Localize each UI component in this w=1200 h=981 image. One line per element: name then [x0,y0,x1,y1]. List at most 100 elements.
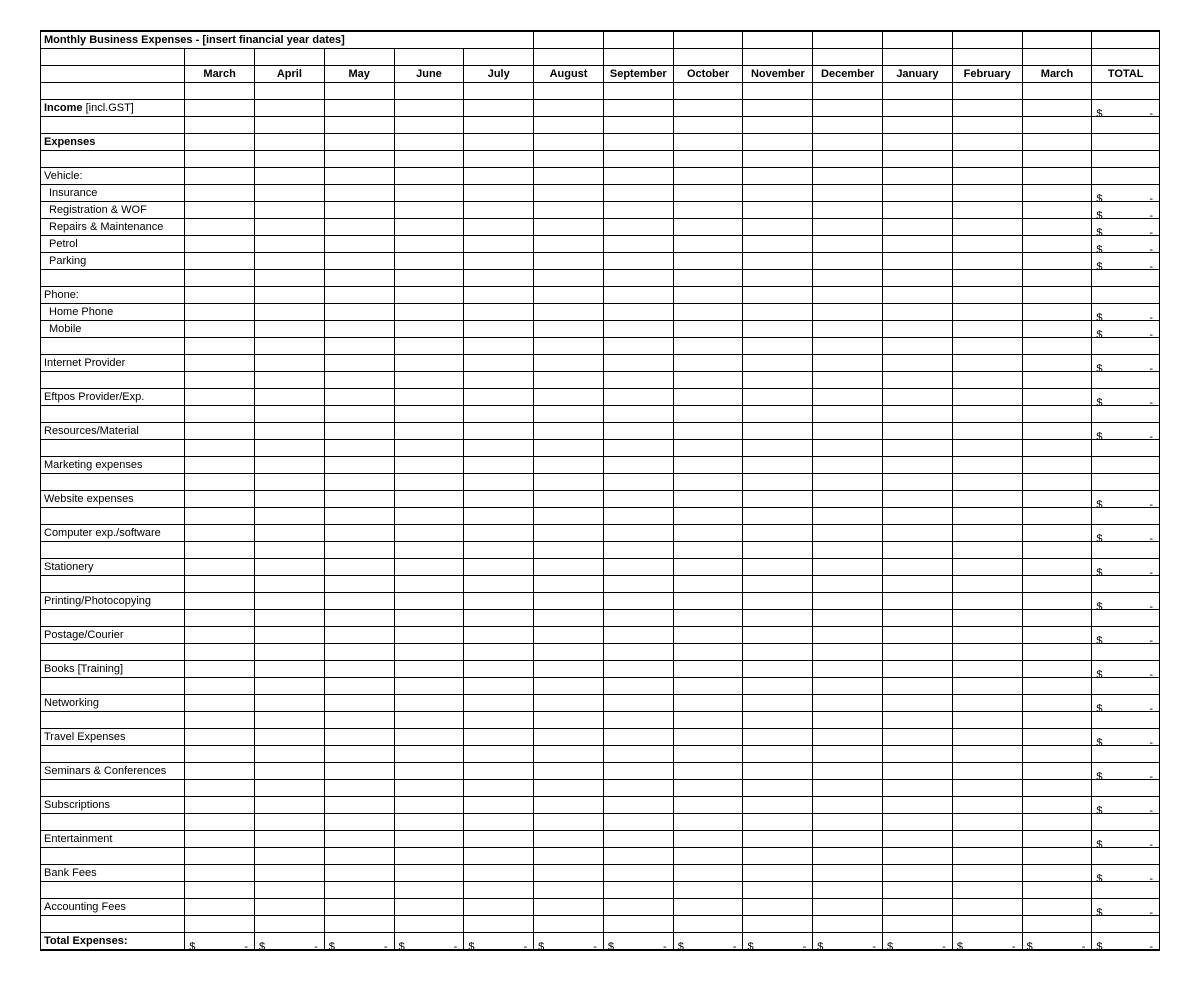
cell[interactable] [534,831,604,848]
cell[interactable] [673,899,743,916]
cell[interactable] [883,525,953,542]
cell[interactable] [394,423,464,440]
cell[interactable] [464,559,534,576]
cell[interactable] [185,627,255,644]
cell[interactable] [603,865,673,882]
cell[interactable] [1022,202,1092,219]
cell[interactable] [952,253,1022,270]
cell[interactable] [743,202,813,219]
cell[interactable] [394,729,464,746]
cell[interactable] [1022,797,1092,814]
cell[interactable] [394,321,464,338]
cell[interactable] [464,253,534,270]
cell[interactable] [534,525,604,542]
row-total[interactable]: $- [1092,559,1160,576]
cell[interactable] [813,797,883,814]
cell[interactable] [952,593,1022,610]
cell[interactable] [394,627,464,644]
cell[interactable] [673,219,743,236]
cell[interactable] [603,168,673,185]
cell[interactable] [534,389,604,406]
cell[interactable] [394,763,464,780]
cell[interactable] [324,797,394,814]
cell[interactable] [464,627,534,644]
cell[interactable] [324,236,394,253]
cell[interactable] [673,763,743,780]
cell[interactable] [813,831,883,848]
cell[interactable] [1022,389,1092,406]
cell[interactable] [464,355,534,372]
cell[interactable] [813,627,883,644]
cell[interactable] [883,253,953,270]
row-total[interactable]: $- [1092,525,1160,542]
cell[interactable] [185,491,255,508]
cell[interactable] [743,389,813,406]
cell[interactable] [743,525,813,542]
cell[interactable] [673,559,743,576]
cell[interactable] [534,253,604,270]
cell[interactable] [813,865,883,882]
cell[interactable] [743,423,813,440]
cell[interactable] [464,491,534,508]
cell[interactable] [255,763,325,780]
cell[interactable] [394,185,464,202]
cell[interactable] [743,763,813,780]
row-total[interactable]: $- [1092,627,1160,644]
cell[interactable] [324,100,394,117]
cell[interactable] [464,423,534,440]
row-total[interactable]: $- [1092,321,1160,338]
cell[interactable] [743,219,813,236]
cell[interactable] [534,202,604,219]
cell[interactable] [255,389,325,406]
cell[interactable] [673,253,743,270]
cell[interactable] [324,457,394,474]
cell[interactable] [324,627,394,644]
cell[interactable] [255,236,325,253]
cell[interactable] [534,899,604,916]
cell[interactable] [743,559,813,576]
cell[interactable] [255,202,325,219]
cell[interactable] [883,185,953,202]
cell[interactable] [603,627,673,644]
cell[interactable] [324,219,394,236]
cell[interactable] [324,423,394,440]
cell[interactable] [464,219,534,236]
cell[interactable] [743,253,813,270]
cell[interactable] [603,304,673,321]
cell[interactable] [952,219,1022,236]
cell[interactable] [255,185,325,202]
cell[interactable] [813,661,883,678]
cell[interactable] [883,100,953,117]
cell[interactable] [883,457,953,474]
cell[interactable] [464,661,534,678]
cell[interactable] [185,100,255,117]
cell[interactable] [603,389,673,406]
cell[interactable] [185,355,255,372]
cell[interactable] [185,253,255,270]
cell[interactable] [1022,593,1092,610]
cell[interactable] [743,899,813,916]
cell[interactable] [185,219,255,236]
cell[interactable] [883,593,953,610]
cell[interactable] [255,593,325,610]
cell[interactable] [464,763,534,780]
cell[interactable] [534,219,604,236]
cell[interactable] [255,168,325,185]
cell[interactable] [324,253,394,270]
cell[interactable] [324,899,394,916]
cell[interactable] [603,593,673,610]
cell[interactable] [185,236,255,253]
cell[interactable] [185,185,255,202]
cell[interactable] [883,729,953,746]
cell[interactable] [883,168,953,185]
cell[interactable] [1022,321,1092,338]
cell[interactable] [603,236,673,253]
cell[interactable] [883,627,953,644]
cell[interactable] [883,865,953,882]
cell[interactable] [603,185,673,202]
cell[interactable] [464,168,534,185]
cell[interactable] [952,287,1022,304]
cell[interactable] [883,219,953,236]
cell[interactable] [813,185,883,202]
cell[interactable] [324,729,394,746]
